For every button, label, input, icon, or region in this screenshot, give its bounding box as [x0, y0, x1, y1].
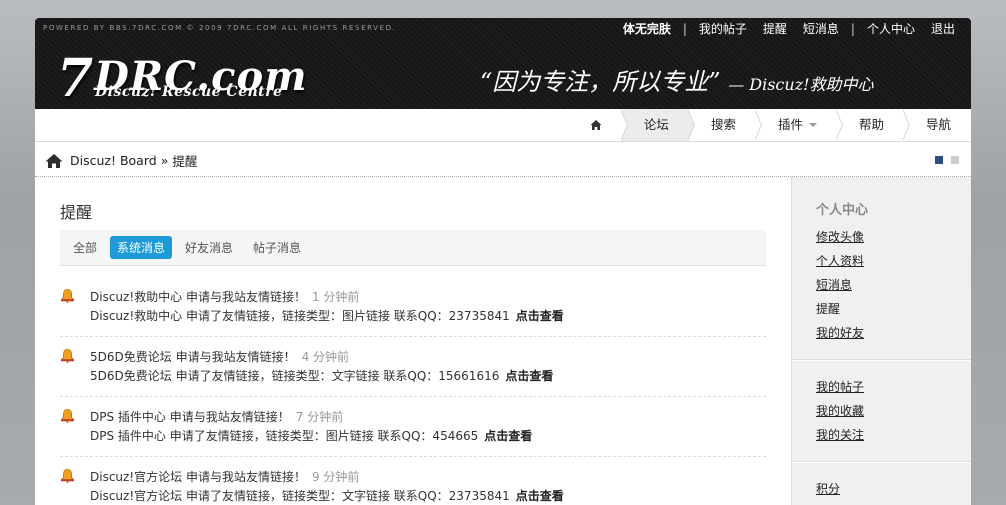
bell-icon [60, 289, 75, 303]
separator: | [850, 21, 855, 36]
tab-system[interactable]: 系统消息 [110, 236, 173, 259]
sidebar-divider [792, 461, 971, 463]
nav-navigation[interactable]: 导航 [904, 109, 971, 141]
slogan-main: “因为专注，所以专业” [480, 68, 721, 96]
breadcrumb-bar: Discuz! Board » 提醒 [35, 142, 971, 177]
sidebar-item-following: 我的关注 [816, 428, 865, 442]
bell-icon [60, 469, 75, 483]
list-item: 5D6D免费论坛 申请与我站友情链接！ 4 分钟前 5D6D免费论坛 申请了友情链… [60, 337, 766, 397]
notice-detail: 5D6D免费论坛 申请了友情链接，链接类型：文字链接 联系QQ：15661616… [90, 369, 554, 383]
sidebar-item-profile: 个人资料 [816, 254, 865, 268]
slogan-tail: — Discuz!救助中心 [728, 75, 874, 94]
sidebar-group-posts: 我的帖子 我的收藏 我的关注 [816, 375, 864, 447]
breadcrumb: Discuz! Board » 提醒 [45, 151, 197, 170]
breadcrumb-current: 提醒 [172, 154, 198, 169]
notifications-link[interactable]: 提醒 [763, 20, 787, 37]
notice-tabs: 全部 系统消息 好友消息 帖子消息 [60, 230, 766, 266]
username-link[interactable]: 体无完肤 [623, 20, 671, 37]
notice-time: 1 分钟前 [311, 290, 360, 304]
view-link[interactable]: 点击查看 [505, 369, 553, 383]
main-nav: 论坛 搜索 插件 帮助 导航 [35, 109, 971, 142]
sidebar-group-credits: 积分 [816, 477, 840, 501]
logo-subtitle: Discuz! Rescue Centre [95, 84, 283, 100]
sidebar-item-notifications: 提醒 [816, 302, 841, 316]
sidebar-title: 个人中心 [816, 203, 869, 218]
list-item: Discuz!救助中心 申请与我站友情链接！ 1 分钟前 Discuz!救助中心 … [60, 277, 766, 337]
nav-forum[interactable]: 论坛 [621, 109, 695, 141]
messages-link[interactable]: 短消息 [803, 20, 839, 37]
breadcrumb-separator: » [160, 153, 169, 168]
sidebar-item-messages: 短消息 [816, 278, 853, 292]
tab-all[interactable]: 全部 [66, 236, 104, 259]
nav-help[interactable]: 帮助 [837, 109, 911, 141]
sidebar-item-avatar: 修改头像 [816, 230, 865, 244]
notice-detail: DPS 插件中心 申请了友情链接，链接类型：图片链接 联系QQ：454665 点击… [90, 429, 533, 443]
slide-dot-active[interactable] [935, 156, 943, 164]
nav-home[interactable] [568, 109, 628, 141]
tab-posts[interactable]: 帖子消息 [246, 236, 308, 259]
notice-title: Discuz!救助中心 申请与我站友情链接！ 1 分钟前 [90, 290, 360, 304]
notice-detail: Discuz!官方论坛 申请了友情链接，链接类型：文字链接 联系QQ：23735… [90, 489, 564, 503]
slide-indicator [927, 156, 959, 164]
list-item: DPS 插件中心 申请与我站友情链接！ 7 分钟前 DPS 插件中心 申请了友情链… [60, 397, 766, 457]
notice-time: 9 分钟前 [311, 470, 360, 484]
tab-friends[interactable]: 好友消息 [178, 236, 240, 259]
sidebar: 个人中心 修改头像 个人资料 短消息 提醒 我的好友 我的帖子 我的收藏 我的关… [791, 177, 971, 505]
sidebar-item-favorites: 我的收藏 [816, 404, 865, 418]
notice-title: Discuz!官方论坛 申请与我站友情链接！ 9 分钟前 [90, 470, 360, 484]
notice-detail: Discuz!救助中心 申请了友情链接，链接类型：图片链接 联系QQ：23735… [90, 309, 564, 323]
page-container: POWERED BY BBS.7DRC.COM © 2009 7DRC.COM … [35, 18, 971, 505]
user-center-link[interactable]: 个人中心 [867, 20, 915, 37]
bell-icon [60, 409, 75, 423]
nav-plugins[interactable]: 插件 [756, 109, 843, 141]
list-item: Discuz!官方论坛 申请与我站友情链接！ 9 分钟前 Discuz!官方论坛 … [60, 457, 766, 505]
view-link[interactable]: 点击查看 [516, 489, 564, 503]
site-header: POWERED BY BBS.7DRC.COM © 2009 7DRC.COM … [35, 18, 971, 109]
home-icon [590, 120, 602, 130]
notice-time: 7 分钟前 [295, 410, 344, 424]
sidebar-divider [792, 359, 971, 361]
slide-dot[interactable] [951, 156, 959, 164]
notice-time: 4 分钟前 [301, 350, 350, 364]
page-title: 提醒 [60, 203, 93, 222]
main-column: 提醒 全部 系统消息 好友消息 帖子消息 Discuz!救助中心 申请与我站友情… [35, 177, 791, 505]
powered-by-text: POWERED BY BBS.7DRC.COM © 2009 7DRC.COM … [43, 24, 397, 32]
sidebar-item-friends: 我的好友 [816, 326, 865, 340]
my-posts-link[interactable]: 我的帖子 [699, 20, 747, 37]
home-icon[interactable] [45, 153, 63, 169]
content-area: 提醒 全部 系统消息 好友消息 帖子消息 Discuz!救助中心 申请与我站友情… [35, 177, 971, 505]
notice-list: Discuz!救助中心 申请与我站友情链接！ 1 分钟前 Discuz!救助中心 … [60, 277, 766, 505]
bell-icon [60, 349, 75, 363]
view-link[interactable]: 点击查看 [516, 309, 564, 323]
site-logo[interactable]: 7DRC.com Discuz! Rescue Centre [57, 42, 317, 109]
nav-search[interactable]: 搜索 [689, 109, 762, 141]
breadcrumb-root[interactable]: Discuz! Board [70, 153, 157, 168]
sidebar-item-my-posts: 我的帖子 [816, 380, 865, 394]
notice-title: 5D6D免费论坛 申请与我站友情链接！ 4 分钟前 [90, 350, 350, 364]
sidebar-group-profile: 修改头像 个人资料 短消息 提醒 我的好友 [816, 225, 864, 345]
site-slogan: “因为专注，所以专业” — Discuz!救助中心 [480, 62, 874, 97]
notice-title: DPS 插件中心 申请与我站友情链接！ 7 分钟前 [90, 410, 344, 424]
view-link[interactable]: 点击查看 [484, 429, 532, 443]
separator: | [682, 21, 687, 36]
chevron-down-icon [808, 123, 817, 127]
top-bar: POWERED BY BBS.7DRC.COM © 2009 7DRC.COM … [35, 18, 971, 38]
user-links: 体无完肤 | 我的帖子 提醒 短消息 | 个人中心 退出 [615, 20, 963, 37]
sidebar-item-credits: 积分 [816, 482, 841, 496]
logout-link[interactable]: 退出 [931, 20, 955, 37]
